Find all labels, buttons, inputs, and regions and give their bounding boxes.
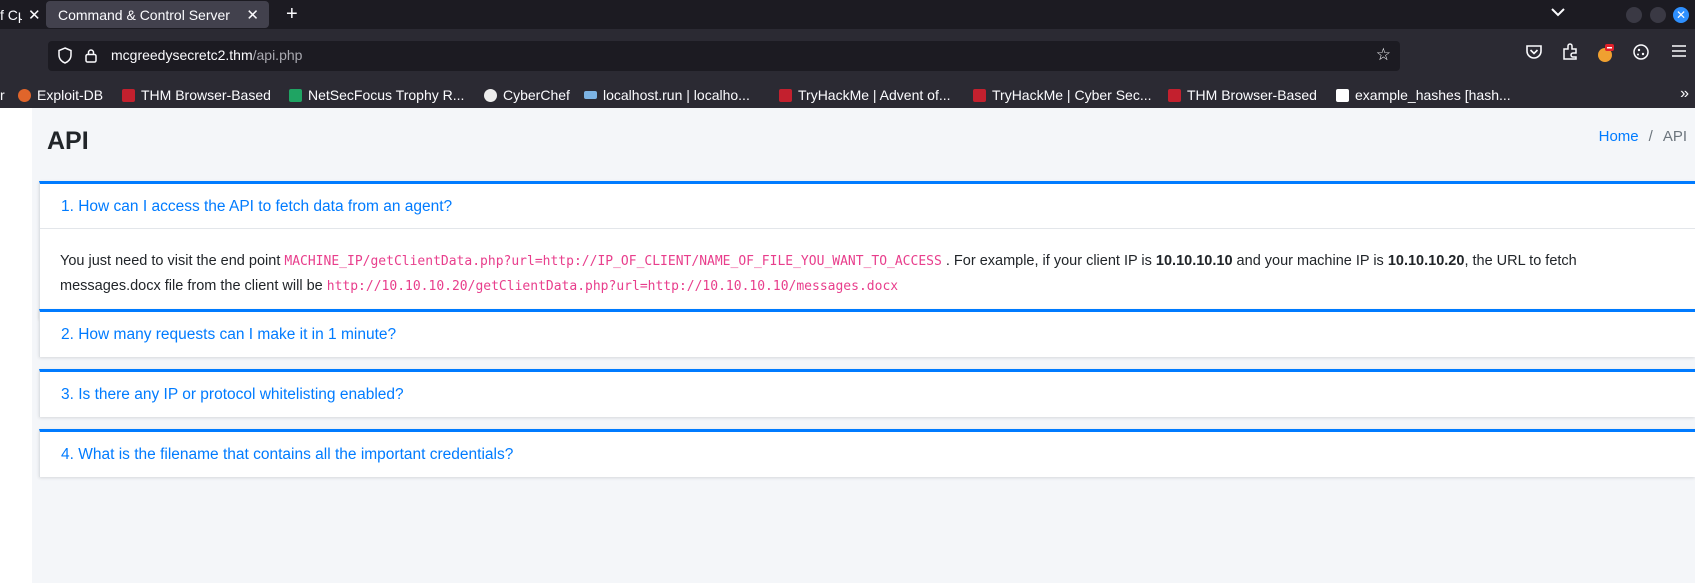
machine-ip: 10.10.10.20: [1387, 253, 1465, 269]
url-host: mcgreedysecretc2.thm: [111, 47, 253, 63]
url-path: /api.php: [252, 47, 303, 63]
tab-partial[interactable]: f Cµ ✕: [0, 1, 46, 28]
bookmark-label: example_hashes [hash...: [1355, 87, 1511, 103]
bookmark-thm-browser-2[interactable]: THM Browser-Based: [1168, 87, 1317, 103]
url-bar[interactable]: mcgreedysecretc2.thm/api.php ☆: [48, 41, 1400, 71]
bookmark-label: TryHackMe | Cyber Sec...: [992, 87, 1152, 103]
url-text[interactable]: mcgreedysecretc2.thm/api.php: [111, 47, 302, 63]
tab-command-control[interactable]: Command & Control Server ✕: [46, 1, 269, 28]
minimize-icon[interactable]: [1626, 7, 1642, 23]
bookmark-label: CyberChef: [503, 87, 570, 103]
tab-title: f Cµ: [0, 6, 22, 23]
sheets-icon: [289, 88, 302, 102]
chevron-down-icon[interactable]: [1551, 4, 1565, 20]
exploit-db-icon: [18, 88, 31, 102]
breadcrumb: Home / API: [1599, 128, 1687, 145]
localhost-icon: [584, 91, 597, 99]
bookmark-label: THM Browser-Based: [1187, 87, 1317, 103]
bookmarks-overflow-icon[interactable]: »: [1680, 85, 1689, 103]
bookmark-label: r: [0, 87, 5, 103]
tab-close-icon[interactable]: ✕: [28, 6, 41, 24]
answer-text: and your machine IP is: [1232, 253, 1388, 269]
faq-question-4[interactable]: 4. What is the filename that contains al…: [40, 432, 1695, 477]
new-tab-icon[interactable]: +: [286, 3, 298, 26]
bookmark-thm-cyber[interactable]: TryHackMe | Cyber Sec...: [973, 87, 1151, 103]
page-content: API Home / API 1. How can I access the A…: [0, 108, 1695, 583]
maximize-icon[interactable]: [1650, 7, 1666, 23]
window-close-icon[interactable]: ✕: [1673, 7, 1689, 23]
bookmark-label: TryHackMe | Advent of...: [798, 87, 951, 103]
tab-close-icon[interactable]: ✕: [246, 6, 259, 24]
bookmark-item[interactable]: r: [0, 87, 5, 103]
menu-icon[interactable]: [1668, 43, 1690, 65]
cookie-icon[interactable]: [1630, 43, 1652, 65]
bookmark-label: Exploit-DB: [37, 87, 104, 103]
extensions-icon[interactable]: [1559, 43, 1581, 65]
example-url-code: http://10.10.10.20/getClientData.php?url…: [326, 279, 899, 294]
chef-hat-icon: [484, 88, 497, 102]
bookmark-example-hashes[interactable]: example_hashes [hash...: [1336, 87, 1511, 103]
breadcrumb-home-link[interactable]: Home: [1599, 128, 1639, 145]
bookmark-thm-advent[interactable]: TryHackMe | Advent of...: [779, 87, 951, 103]
bookmark-netsecfocus[interactable]: NetSecFocus Trophy R...: [289, 87, 464, 103]
client-ip: 10.10.10.10: [1155, 253, 1233, 269]
answer-text: . For example, if your client IP is: [941, 253, 1156, 269]
sidebar-strip: [0, 108, 32, 583]
faq-card-3: 3. Is there any IP or protocol whitelist…: [39, 369, 1695, 417]
shield-icon[interactable]: [58, 47, 72, 64]
bookmark-cyberchef[interactable]: CyberChef: [484, 87, 570, 103]
bookmark-localhost-run[interactable]: localhost.run | localho...: [584, 87, 750, 103]
breadcrumb-separator: /: [1648, 128, 1653, 145]
faq-question-1[interactable]: 1. How can I access the API to fetch dat…: [40, 184, 1695, 229]
bookmark-exploit-db[interactable]: Exploit-DB: [18, 87, 103, 103]
tab-title: Command & Control Server: [58, 6, 230, 23]
faq-card-2: 2. How many requests can I make it in 1 …: [39, 309, 1695, 357]
tab-bar: f Cµ ✕ Command & Control Server ✕ + ✕: [0, 0, 1695, 29]
bookmark-label: localhost.run | localho...: [603, 87, 750, 103]
bookmark-label: THM Browser-Based: [141, 87, 271, 103]
thm-icon: [1168, 88, 1181, 102]
faq-question-2[interactable]: 2. How many requests can I make it in 1 …: [40, 312, 1695, 357]
pocket-icon[interactable]: [1523, 43, 1545, 65]
answer-text: You just need to visit the end point: [60, 253, 285, 269]
hashcat-icon: [1336, 88, 1349, 102]
bookmark-star-icon[interactable]: ☆: [1376, 45, 1391, 65]
thm-icon: [779, 88, 792, 102]
faq-card-1: 1. How can I access the API to fetch dat…: [39, 181, 1695, 319]
bookmark-thm-browser[interactable]: THM Browser-Based: [122, 87, 271, 103]
lock-icon[interactable]: [84, 48, 98, 63]
thm-icon: [122, 88, 135, 102]
bookmarks-bar: r Exploit-DB THM Browser-Based NetSecFoc…: [0, 83, 1695, 108]
nav-toolbar: mcgreedysecretc2.thm/api.php ☆: [0, 29, 1695, 83]
bookmark-label: NetSecFocus Trophy R...: [308, 87, 465, 103]
breadcrumb-current: API: [1662, 128, 1687, 145]
faq-question-3[interactable]: 3. Is there any IP or protocol whitelist…: [40, 372, 1695, 417]
extension-badge-icon[interactable]: [1594, 43, 1616, 65]
thm-icon: [973, 88, 986, 102]
faq-answer-1: You just need to visit the end point MAC…: [40, 229, 1695, 319]
endpoint-code: MACHINE_IP/getClientData.php?url=http://…: [284, 254, 942, 269]
faq-card-4: 4. What is the filename that contains al…: [39, 429, 1695, 477]
page-title: API: [47, 127, 89, 155]
